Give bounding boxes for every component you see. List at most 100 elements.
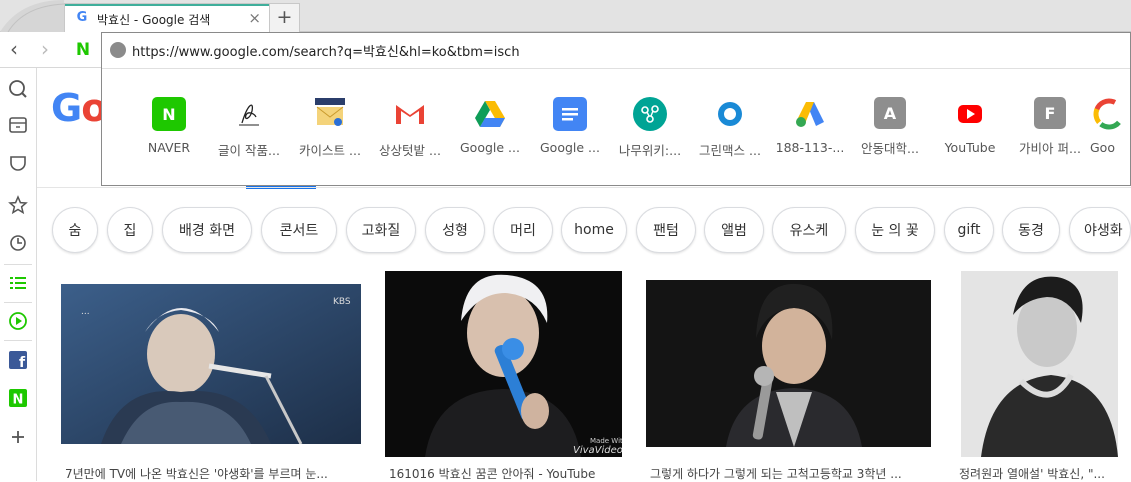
chip[interactable]: 동경	[1002, 207, 1060, 253]
speed-dial-item[interactable]: 188-113-...	[770, 97, 850, 155]
speed-dial-label: Google ...	[540, 140, 600, 155]
gmail-icon	[393, 97, 427, 131]
history-icon[interactable]	[5, 230, 31, 256]
speed-dial-item[interactable]: 그린맥스 ...	[690, 97, 770, 159]
speed-dial-item[interactable]: N NAVER	[129, 97, 209, 155]
image-result-caption[interactable]: 161016 박효신 꿈콘 안아줘 - YouTube	[389, 465, 622, 482]
speed-dial-item[interactable]: 나무위키:...	[610, 97, 690, 159]
new-tab-button[interactable]: +	[269, 3, 300, 32]
speed-dial-label: NAVER	[147, 140, 191, 155]
star-icon[interactable]	[5, 192, 31, 218]
header-divider	[37, 187, 1131, 188]
speed-dial-item[interactable]: 카이스트 ...	[290, 97, 370, 159]
close-tab-icon[interactable]: ×	[248, 9, 261, 27]
speed-dial-item[interactable]: Google ...	[450, 97, 530, 155]
facebook-icon[interactable]: f	[5, 347, 31, 373]
chip[interactable]: gift	[944, 207, 994, 253]
svg-text:...: ...	[81, 307, 90, 317]
sidebar-divider	[4, 302, 32, 303]
image-result-caption[interactable]: 그렇게 하다가 그렇게 되는 고척고등학교 3학년 ...	[650, 465, 931, 482]
chip[interactable]: 머리	[493, 207, 553, 253]
speed-dial-label: Google ...	[460, 140, 520, 155]
speed-dial-item[interactable]: 상상텃밭 ...	[370, 97, 450, 159]
google-docs-icon	[553, 97, 587, 131]
speed-dial-item[interactable]: A 안동대학...	[850, 97, 930, 157]
image-result-thumbnail[interactable]	[646, 280, 931, 447]
speed-dial-label: 가비아 퍼...	[1019, 141, 1081, 156]
naver-icon: N	[152, 97, 186, 131]
chip[interactable]: 팬텀	[636, 207, 696, 253]
pocket-icon[interactable]	[5, 150, 31, 176]
image-result-thumbnail[interactable]: ... KBS	[61, 284, 361, 444]
greenmax-icon	[713, 97, 747, 131]
add-panel-icon[interactable]	[5, 424, 31, 450]
globe-icon	[110, 42, 126, 58]
chip[interactable]: 배경 화면	[162, 207, 252, 253]
speed-dial: N NAVER 글이 작품... 카이스트 ... 상상텃밭 ... Googl…	[102, 97, 1131, 159]
svg-text:KBS: KBS	[333, 297, 351, 307]
naver-home-icon[interactable]: N	[74, 41, 92, 59]
speed-dial-label: Goo	[1090, 140, 1115, 155]
tab-accent	[65, 4, 269, 6]
namuwiki-icon	[633, 97, 667, 131]
speed-dial-label: YouTube	[944, 140, 996, 155]
image-result-caption[interactable]: 정려원과 열애설' 박효신, "...	[959, 465, 1131, 482]
chip[interactable]: 집	[107, 207, 153, 253]
svg-text:VivaVideo: VivaVideo	[573, 445, 622, 456]
svg-text:f: f	[19, 355, 26, 369]
speed-dial-label: 카이스트 ...	[299, 143, 361, 158]
speed-dial-label: 그린맥스 ...	[699, 143, 761, 158]
list-icon[interactable]	[5, 270, 31, 296]
sidebar: f N	[0, 68, 37, 481]
play-icon[interactable]	[5, 308, 31, 334]
speed-dial-label: 안동대학...	[861, 141, 919, 156]
image-result-thumbnail[interactable]	[961, 271, 1118, 457]
youtube-icon	[953, 97, 987, 131]
speed-dial-item[interactable]: 글이 작품...	[209, 97, 289, 159]
image-result-caption[interactable]: 7년만에 TV에 나온 박효신은 '야생화'를 부르며 눈...	[65, 465, 361, 482]
active-tab[interactable]: G 박효신 - Google 검색 ×	[64, 3, 270, 32]
speed-dial-item[interactable]: Google ...	[530, 97, 610, 155]
tab-title: 박효신 - Google 검색	[97, 13, 211, 27]
chip[interactable]: 유스케	[772, 207, 846, 253]
speed-dial-label: 글이 작품...	[218, 143, 280, 158]
speed-dial-item[interactable]: F 가비아 퍼...	[1010, 97, 1090, 157]
google-icon	[1092, 97, 1126, 131]
chip[interactable]: 고화질	[346, 207, 416, 253]
chip[interactable]: 눈 의 꽃	[855, 207, 935, 253]
chip[interactable]: home	[561, 207, 627, 253]
google-drive-icon	[473, 97, 507, 131]
google-logo[interactable]: Go	[51, 86, 107, 130]
chip[interactable]: 성형	[425, 207, 485, 253]
google-ads-icon	[793, 97, 827, 131]
search-icon[interactable]	[5, 76, 31, 102]
svg-text:N: N	[13, 393, 24, 408]
forward-button[interactable]: ›	[33, 32, 57, 68]
sidebar-divider	[4, 264, 32, 265]
address-input[interactable]: https://www.google.com/search?q=박효신&hl=k…	[132, 41, 520, 60]
address-dropdown: https://www.google.com/search?q=박효신&hl=k…	[101, 32, 1131, 186]
sidebar-divider	[4, 340, 32, 341]
speed-dial-label: 나무위키:...	[618, 143, 682, 158]
chip[interactable]: 콘서트	[261, 207, 337, 253]
chip[interactable]: 야생화	[1069, 207, 1131, 253]
signature-icon	[232, 97, 266, 131]
browser-menu-corner[interactable]	[0, 0, 64, 32]
letter-f-icon: F	[1034, 97, 1066, 129]
speed-dial-item[interactable]: YouTube	[930, 97, 1010, 155]
google-favicon-icon: G	[76, 10, 88, 25]
speed-dial-label: 상상텃밭 ...	[379, 143, 441, 158]
speed-dial-label: 188-113-...	[775, 140, 845, 155]
speed-dial-item[interactable]: Goo	[1090, 97, 1131, 155]
naver-sidebar-icon[interactable]: N	[5, 385, 31, 411]
tab-bar: G 박효신 - Google 검색 × +	[0, 0, 1131, 32]
kaist-mail-icon	[313, 97, 347, 131]
image-result-thumbnail[interactable]: Made With VivaVideo	[385, 271, 622, 457]
letter-a-icon: A	[874, 97, 906, 129]
back-button[interactable]: ‹	[2, 32, 26, 68]
chip[interactable]: 앨범	[704, 207, 764, 253]
wallet-icon[interactable]	[5, 112, 31, 138]
svg-text:Made With: Made With	[590, 437, 622, 445]
chip[interactable]: 숨	[52, 207, 98, 253]
address-divider	[102, 68, 1130, 69]
